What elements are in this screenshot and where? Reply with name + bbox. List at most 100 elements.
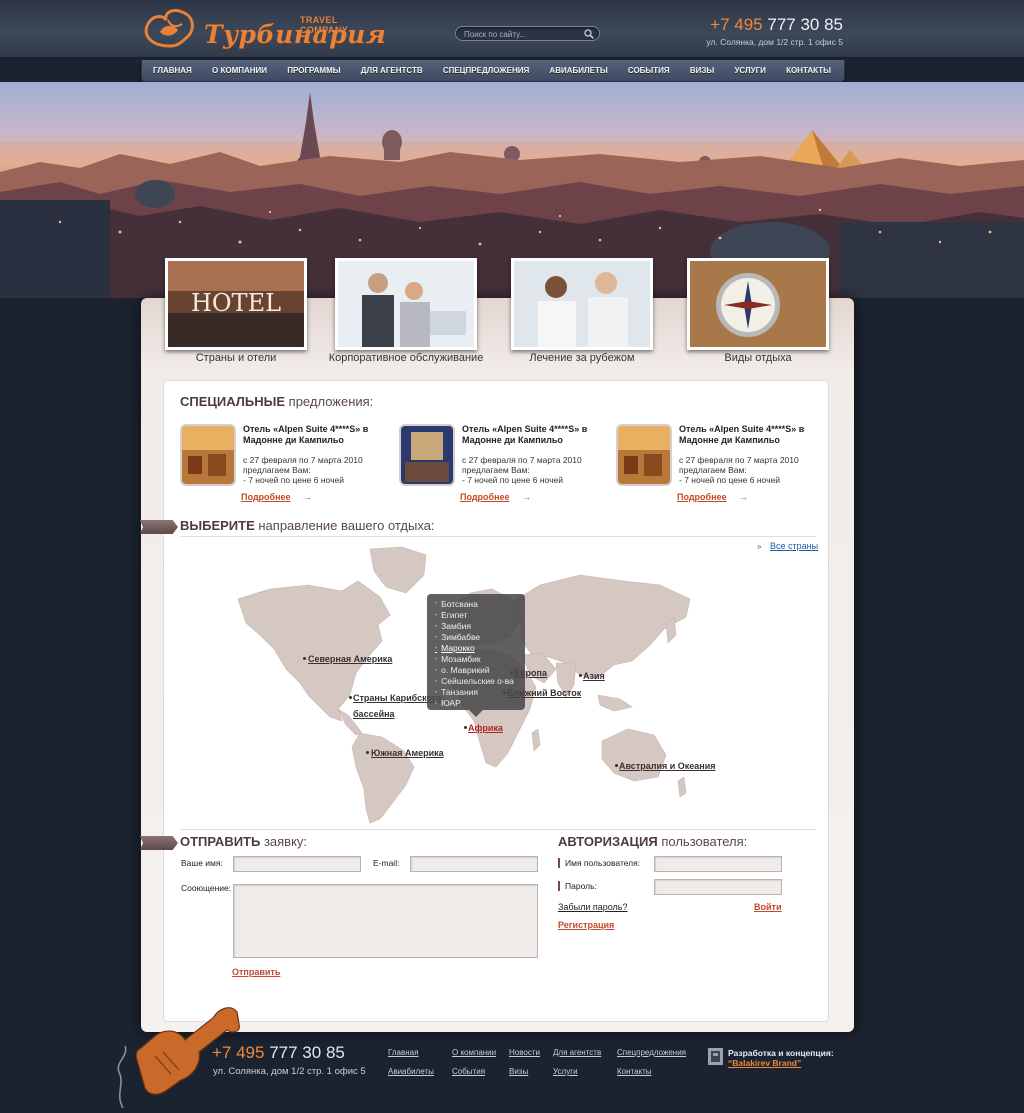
offer-more-link[interactable]: Подробнее [677,492,727,502]
offer-dates: с 27 февраля по 7 марта 2010 [243,455,363,465]
country-item-active[interactable]: Марокко [435,643,525,654]
footer-link-services[interactable]: Услуги [553,1067,578,1076]
country-item[interactable]: Мозамбик [435,654,525,665]
region-asia[interactable]: Азия [583,671,605,681]
africa-countries-list: Ботсвана Египет Замбия Зимбабве Марокко … [435,599,525,709]
nav-item-contacts[interactable]: Контакты [783,66,834,75]
footer-link-about[interactable]: О компании [452,1048,496,1057]
register-link[interactable]: Регистрация [558,920,614,930]
offer-dates: с 27 февраля по 7 марта 2010 [679,455,799,465]
offer-title[interactable]: Отель «Alpen Suite 4****S» в Мадонне ди … [462,424,602,446]
nav-item-visas[interactable]: Визы [687,66,717,75]
region-caribbean-line2[interactable]: бассейна [353,709,395,719]
password-field[interactable] [654,879,782,895]
developer-link[interactable]: “Balakirev Brand” [728,1058,801,1068]
nav-item-agencies[interactable]: Для агентств [358,66,426,75]
arrow-right-icon: → [303,492,312,502]
country-item[interactable]: Сейшельские о-ва [435,676,525,687]
login-button[interactable]: Войти [754,902,781,912]
offer-intro: предлагаем Вам: [679,465,747,475]
nav-item-specials[interactable]: Спецпредложения [440,66,532,75]
map-marker-icon [303,657,306,660]
category-hotels-label[interactable]: Страны и отели [156,352,316,364]
section-ribbon-icon [140,836,178,850]
nav-item-programs[interactable]: Программы [284,66,343,75]
specials-title-rest: предложения: [285,394,374,409]
region-africa[interactable]: Африка [468,723,503,733]
category-leisure-image[interactable] [687,258,829,350]
nav-item-services[interactable]: Услуги [731,66,768,75]
offer-description: с 27 февраля по 7 марта 2010 предлагаем … [243,455,393,485]
category-corporate-label[interactable]: Корпоративное обслуживание [326,352,486,364]
site-header: TRAVEL COMPANY Турбинария +7 495 777 30 … [0,0,1024,58]
logo-name: Турбинария [204,20,387,49]
country-item[interactable]: Зимбабве [435,632,525,643]
category-leisure-label[interactable]: Виды отдыха [678,352,838,364]
footer-link-contacts[interactable]: Контакты [617,1067,652,1076]
offer-card: Отель «Alpen Suite 4****S» в Мадонне ди … [180,422,380,506]
nav-item-about[interactable]: О компании [209,66,270,75]
search-input[interactable] [464,28,582,40]
offer-intro: предлагаем Вам: [243,465,311,475]
footer-link-visas[interactable]: Визы [509,1067,528,1076]
nav-item-events[interactable]: События [625,66,673,75]
offer-thumbnail[interactable] [180,424,236,486]
offer-thumbnail[interactable] [616,424,672,486]
compass-image [690,261,826,347]
country-item[interactable]: Замбия [435,621,525,632]
footer-link-home[interactable]: Главная [388,1048,418,1057]
footer-link-specials[interactable]: Спецпредложения [617,1048,686,1057]
region-north-america[interactable]: Северная Америка [308,654,392,664]
doctors-image [514,261,650,347]
category-corporate-image[interactable] [335,258,477,350]
country-item[interactable]: о. Маврикий [435,665,525,676]
offer-description: с 27 февраля по 7 марта 2010 предлагаем … [462,455,612,485]
footer-phone-number: 777 30 85 [269,1043,345,1062]
forgot-password-link[interactable]: Забыли пароль? [558,902,627,912]
arrow-right-icon: → [522,492,531,502]
hotel-sign-image: HOTEL [168,261,304,347]
message-label: Сооющение: [181,883,232,893]
map-marker-icon [349,696,352,699]
nav-item-flights[interactable]: Авиабилеты [546,66,610,75]
africa-countries-popup: Ботсвана Египет Замбия Зимбабве Марокко … [427,594,525,710]
all-countries-link[interactable]: Все страны [770,541,818,551]
submit-request-button[interactable]: Отправить [232,967,280,977]
bullet-icon: » [757,542,762,551]
offer-more-link[interactable]: Подробнее [241,492,291,502]
category-medical-label[interactable]: Лечение за рубежом [502,352,662,364]
country-item[interactable]: ЮАР [435,698,525,709]
offer-title[interactable]: Отель «Alpen Suite 4****S» в Мадонне ди … [243,424,383,446]
footer-link-agencies[interactable]: Для агентств [553,1048,601,1057]
category-hotels-image[interactable]: HOTEL [165,258,307,350]
name-label: Ваше имя: [181,858,223,868]
greenland-shape [369,546,427,594]
username-field[interactable] [654,856,782,872]
country-item[interactable]: Египет [435,610,525,621]
map-marker-icon [366,751,369,754]
region-south-america[interactable]: Южная Америка [371,748,444,758]
footer-link-events[interactable]: События [452,1067,485,1076]
request-form-title-rest: заявку: [260,834,308,849]
auth-title: Авторизация пользователя: [558,834,747,849]
country-item[interactable]: Танзания [435,687,525,698]
message-field[interactable] [233,884,538,958]
offer-more-link[interactable]: Подробнее [460,492,510,502]
category-medical-image[interactable] [511,258,653,350]
indonesia-shape [597,694,633,712]
logo[interactable]: TRAVEL COMPANY Турбинария [140,6,386,54]
offer-title[interactable]: Отель «Alpen Suite 4****S» в Мадонне ди … [679,424,819,446]
nav-item-home[interactable]: Главная [150,66,195,75]
developer-logo-icon[interactable] [708,1048,723,1065]
search-icon[interactable] [584,29,594,39]
email-label: E-mail: [373,858,400,868]
offer-thumbnail[interactable] [399,424,455,486]
region-oceania[interactable]: Австралия и Океания [619,761,716,771]
auth-title-rest: пользователя: [657,834,748,849]
footer-link-news[interactable]: Новости [509,1048,540,1057]
name-field[interactable] [233,856,361,872]
footer-link-flights[interactable]: Авиабилеты [388,1067,434,1076]
email-field[interactable] [410,856,538,872]
offer-intro: предлагаем Вам: [462,465,530,475]
country-item[interactable]: Ботсвана [435,599,525,610]
